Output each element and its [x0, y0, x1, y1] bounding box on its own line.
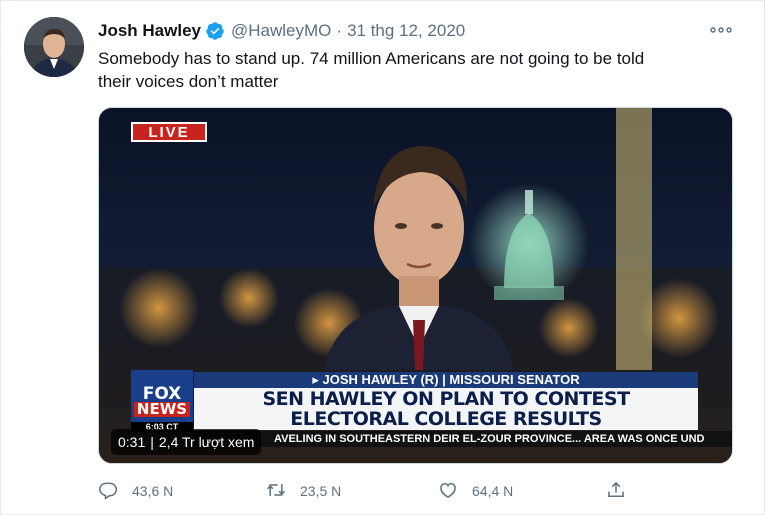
video-view-count: 2,4 Tr lượt xem	[158, 434, 255, 450]
video-player[interactable]: LIVE FOX NEWS 6:03 CT ▸ JOSH HAWLEY (R) …	[98, 107, 733, 464]
retweet-button[interactable]: 23,5 N	[266, 480, 341, 503]
lower-third-headline: SEN HAWLEY ON PLAN TO CONTEST ELECTORAL …	[194, 388, 698, 430]
fox-news-logo: FOX NEWS 6:03 CT	[131, 370, 193, 432]
retweet-icon	[266, 480, 286, 503]
heart-icon	[438, 480, 458, 503]
retweet-count: 23,5 N	[300, 483, 342, 499]
share-button[interactable]	[606, 480, 626, 503]
separator-dot: ·	[336, 21, 343, 40]
tweet-date[interactable]: 31 thg 12, 2020	[347, 21, 465, 41]
tweet-header: Josh Hawley @HawleyMO · 31 thg 12, 2020	[98, 20, 465, 42]
verified-badge-icon	[205, 21, 225, 41]
reply-count: 43,6 N	[132, 483, 174, 499]
share-icon	[606, 480, 626, 503]
video-info-overlay: 0:31 | 2,4 Tr lượt xem	[111, 429, 262, 455]
live-badge: LIVE	[131, 122, 207, 142]
video-elapsed-time: 0:31	[118, 434, 146, 450]
headline-line-2: ELECTORAL COLLEGE RESULTS	[290, 408, 602, 430]
headline-line-1: SEN HAWLEY ON PLAN TO CONTEST	[262, 388, 630, 410]
more-dots-icon[interactable]	[708, 19, 734, 41]
reply-button[interactable]: 43,6 N	[98, 480, 173, 503]
news-ticker: AVELING IN SOUTHEASTERN DEIR EL-ZOUR PRO…	[194, 431, 732, 447]
news-logo-word: NEWS	[133, 401, 191, 417]
reply-icon	[98, 480, 118, 503]
lower-third-nameplate: ▸ JOSH HAWLEY (R) | MISSOURI SENATOR	[194, 372, 698, 388]
avatar[interactable]	[24, 17, 84, 77]
tweet-text-line-2: their voices don’t matter	[98, 72, 279, 91]
tweet-text: Somebody has to stand up. 74 million Ame…	[98, 47, 728, 93]
like-button[interactable]: 64,4 N	[438, 480, 513, 503]
tweet-text-line-1: Somebody has to stand up. 74 million Ame…	[98, 49, 645, 68]
like-count: 64,4 N	[472, 483, 514, 499]
avatar-image	[24, 17, 84, 77]
author-handle[interactable]: @HawleyMO	[231, 21, 331, 41]
author-name[interactable]: Josh Hawley	[98, 21, 201, 41]
tweet-card[interactable]: Josh Hawley @HawleyMO · 31 thg 12, 2020 …	[0, 0, 765, 515]
video-info-separator: |	[150, 434, 154, 450]
tweet-actions: 43,6 N 23,5 N 64,4 N	[98, 479, 638, 503]
